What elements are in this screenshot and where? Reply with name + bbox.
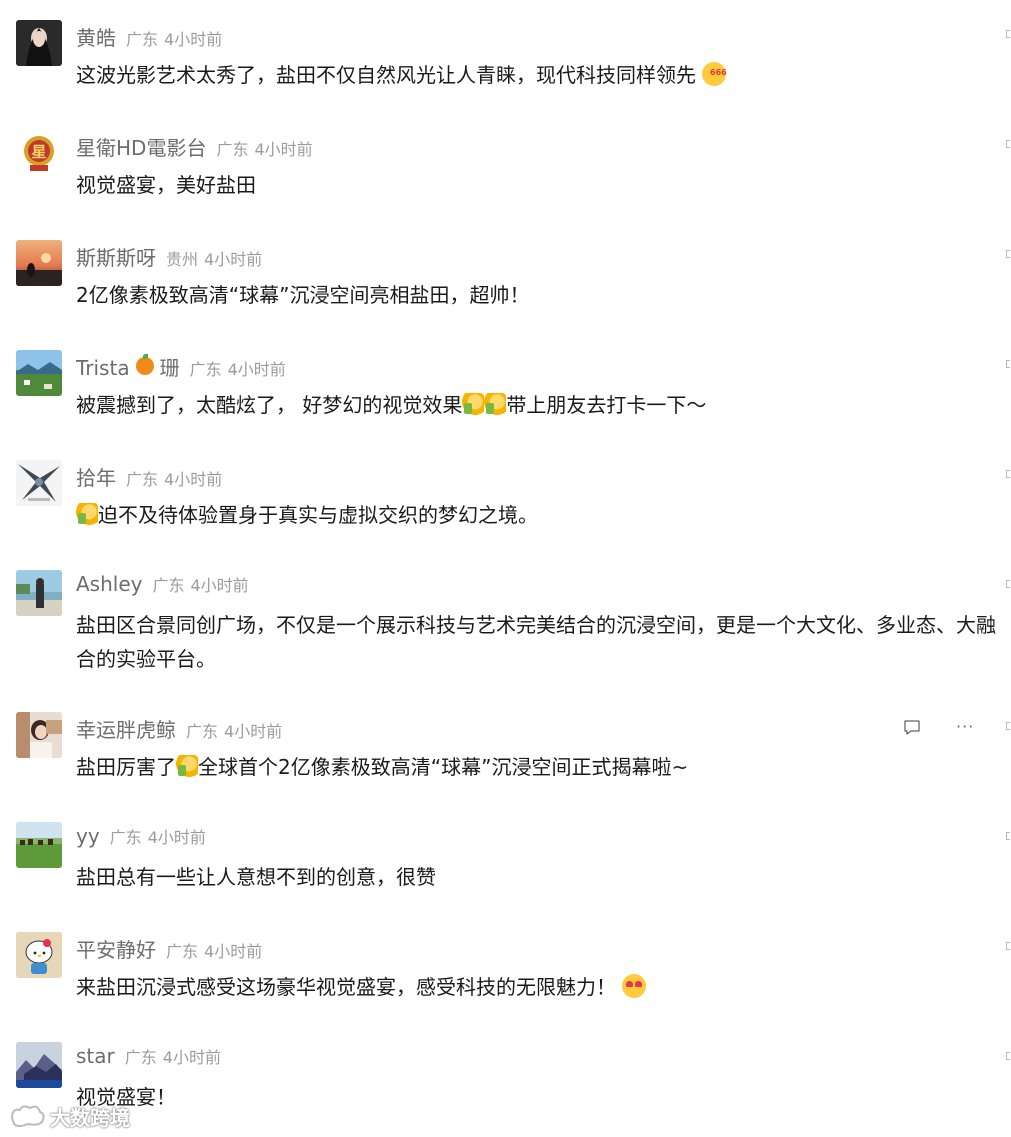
comment-text: 盐田总有一些让人意想不到的创意，很赞 [76,865,436,889]
region-label: 广东 [126,30,159,49]
avatar[interactable] [16,460,62,506]
comment-meta: Ashley 广东 4小时前 [76,572,249,598]
comment-text: 来盐田沉浸式感受这场豪华视觉盛宴，感受科技的无限魅力！ [76,970,1011,1004]
username[interactable]: 星衛HD電影台 [76,132,206,161]
comment-meta: 平安静好 广东 4小时前 [76,934,263,963]
comment-text-after: 全球首个2亿像素极致高清“球幕”沉浸空间正式揭幕啦~ [198,755,689,779]
timestamp: 4小时前 [164,470,223,489]
comment-text: 视觉盛宴，美好盐田 [76,173,256,197]
timestamp: 4小时前 [204,942,263,961]
comment-meta: Trista 珊 广东 4小时前 [76,352,286,381]
avatar[interactable] [16,822,62,868]
avatar[interactable] [16,570,62,616]
username[interactable]: 黄皓 [76,22,116,51]
reply-edge-icon[interactable] [1006,140,1010,148]
region-label: 广东 [216,140,249,159]
username[interactable]: 平安静好 [76,934,156,963]
comment-meta: yy 广东 4小时前 [76,824,206,850]
reply-edge-icon[interactable] [1006,722,1010,730]
avatar[interactable] [16,712,62,758]
comment-meta: 斯斯斯呀 贵州 4小时前 [76,242,263,271]
comment-text-body: 迫不及待体验置身于真实与虚拟交织的梦幻之境。 [98,503,538,527]
thumbs-up-icon [76,503,98,525]
username[interactable]: 拾年 [76,462,116,491]
comment-actions: ··· [881,716,1011,740]
avatar[interactable] [16,932,62,978]
region-label: 贵州 [166,250,199,269]
comment-text: 盐田厉害了 全球首个2亿像素极致高清“球幕”沉浸空间正式揭幕啦~ [76,750,1011,784]
avatar[interactable]: 星 [16,130,62,176]
reply-edge-icon[interactable] [1006,832,1010,840]
username-suffix[interactable]: 珊 [160,352,180,381]
watermark-logo-icon [10,1104,45,1127]
timestamp: 4小时前 [224,722,283,741]
comment-text-after: 带上朋友去打卡一下～ [506,393,707,417]
comment-meta: 黄皓 广东 4小时前 [76,22,223,51]
heart-eyes-emoji-icon [622,974,646,998]
comment-text-body: 来盐田沉浸式感受这场豪华视觉盛宴，感受科技的无限魅力！ [76,975,616,999]
avatar[interactable] [16,350,62,396]
region-label: 广东 [126,470,159,489]
timestamp: 4小时前 [204,250,263,269]
region-label: 广东 [152,576,185,595]
comment-text: 迫不及待体验置身于真实与虚拟交织的梦幻之境。 [76,498,1011,532]
watermark: 大数跨境 [8,1102,130,1131]
timestamp: 4小时前 [147,828,206,847]
timestamp: 4小时前 [162,1048,221,1067]
more-options-icon[interactable]: ··· [956,719,974,735]
comment-text-before: 盐田厉害了 [76,755,176,779]
reply-edge-icon[interactable] [1006,1052,1010,1060]
username[interactable]: yy [76,824,100,848]
thumbs-up-icon [176,755,198,777]
username[interactable]: 幸运胖虎鲸 [76,714,176,743]
thinking-666-emoji-icon [702,56,727,90]
region-label: 广东 [186,722,219,741]
comment-meta: 拾年 广东 4小时前 [76,462,223,491]
timestamp: 4小时前 [190,576,249,595]
username[interactable]: star [76,1044,115,1068]
region-label: 广东 [124,1048,157,1067]
username[interactable]: Ashley [76,572,142,596]
reply-edge-icon[interactable] [1006,470,1010,478]
avatar[interactable] [16,20,62,66]
comment-text: 2亿像素极致高清“球幕”沉浸空间亮相盐田，超帅！ [76,283,530,307]
username[interactable]: Trista [76,356,130,380]
timestamp: 4小时前 [227,360,286,379]
reply-edge-icon[interactable] [1006,942,1010,950]
comment-text: 盐田区合景同创广场，不仅是一个展示科技与艺术完美结合的沉浸空间，更是一个大文化、… [76,613,996,671]
comment-meta: 星衛HD電影台 广东 4小时前 [76,132,313,161]
avatar[interactable] [16,1042,62,1088]
comment-text-before: 被震撼到了，太酷炫了， 好梦幻的视觉效果 [76,393,463,417]
comment-text: 被震撼到了，太酷炫了， 好梦幻的视觉效果 带上朋友去打卡一下～ [76,388,1011,422]
region-label: 广东 [109,828,142,847]
reply-edge-icon[interactable] [1006,360,1010,368]
comment-text-body: 这波光影艺术太秀了，盐田不仅自然风光让人青睐，现代科技同样领先 [76,63,696,87]
region-label: 广东 [189,360,222,379]
region-label: 广东 [166,942,199,961]
avatar[interactable] [16,240,62,286]
comment-meta: star 广东 4小时前 [76,1044,221,1070]
watermark-text: 大数跨境 [50,1106,130,1130]
comment-text: 这波光影艺术太秀了，盐田不仅自然风光让人青睐，现代科技同样领先 [76,56,1011,92]
reply-edge-icon[interactable] [1006,580,1010,588]
comment-text: 视觉盛宴！ [76,1085,176,1109]
reply-comment-icon[interactable] [903,718,921,736]
timestamp: 4小时前 [164,30,223,49]
reply-edge-icon[interactable] [1006,30,1010,38]
comment-meta: 幸运胖虎鲸 广东 4小时前 [76,714,283,743]
reply-edge-icon[interactable] [1006,250,1010,258]
thumbs-up-icon [484,393,507,415]
thumbs-up-icon [462,393,485,415]
timestamp: 4小时前 [254,140,313,159]
username[interactable]: 斯斯斯呀 [76,242,156,271]
svg-text:星: 星 [31,143,46,161]
tangerine-icon [135,354,154,375]
